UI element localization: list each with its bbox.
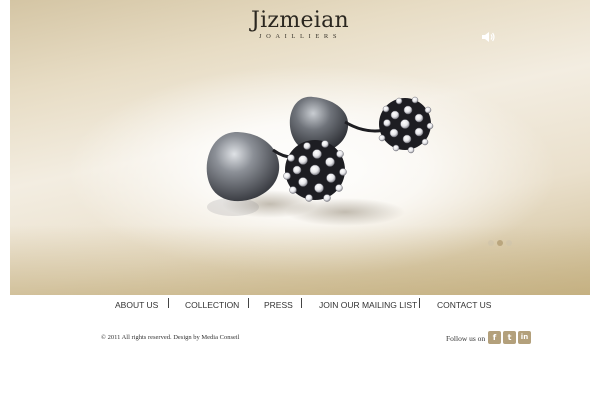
- nav-mailing-list[interactable]: JOIN OUR MAILING LIST: [319, 300, 417, 310]
- hero-slider: Jizmeian JOAILLIERS: [10, 0, 590, 295]
- nav-separator: [419, 298, 420, 308]
- nav-about-us[interactable]: ABOUT US: [115, 300, 158, 310]
- slider-dot-1[interactable]: [488, 240, 494, 246]
- follow-label: Follow us on: [446, 334, 486, 343]
- copyright-text: © 2011 All rights reserved. Design by Me…: [101, 334, 240, 341]
- nav-contact-us[interactable]: CONTACT US: [437, 300, 491, 310]
- nav-press[interactable]: PRESS: [264, 300, 293, 310]
- brand-subtitle: JOAILLIERS: [258, 33, 342, 40]
- nav-separator: [248, 298, 249, 308]
- slider-dot-2[interactable]: [497, 240, 503, 246]
- nav-separator: [301, 298, 302, 308]
- slider-dot-3[interactable]: [506, 240, 512, 246]
- main-nav: ABOUT US COLLECTION PRESS JOIN OUR MAILI…: [100, 298, 500, 312]
- nav-separator: [168, 298, 169, 308]
- pearl-earrings-image: [206, 96, 434, 226]
- linkedin-icon[interactable]: in: [518, 331, 531, 344]
- brand-name: Jizmeian: [250, 8, 350, 33]
- brand-logo[interactable]: Jizmeian JOAILLIERS: [244, 8, 356, 40]
- nav-collection[interactable]: COLLECTION: [185, 300, 239, 310]
- twitter-icon[interactable]: t: [503, 331, 516, 344]
- speaker-icon[interactable]: [481, 31, 495, 43]
- facebook-icon[interactable]: f: [488, 331, 501, 344]
- slider-dots: [488, 233, 515, 251]
